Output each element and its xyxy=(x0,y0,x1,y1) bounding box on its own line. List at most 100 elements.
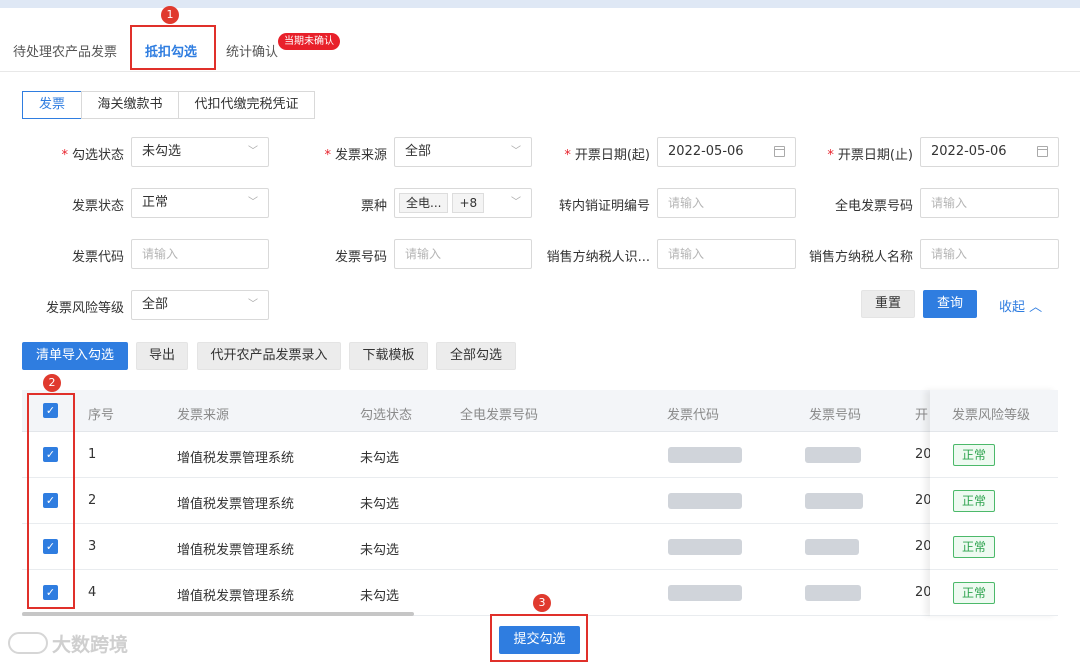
chevron-down-icon: ﹀ xyxy=(511,197,521,208)
select-status-label: * 勾选状态 xyxy=(61,148,124,163)
watermark-logo-icon xyxy=(8,632,48,654)
fixed-risk-column: 发票风险等级 正常 正常 正常 正常 xyxy=(930,390,1058,616)
redacted-invoice-number xyxy=(805,539,859,555)
redacted-invoice-number xyxy=(805,585,861,601)
seller-name-label: 销售方纳税人名称 xyxy=(808,250,913,265)
row-status: 未勾选 xyxy=(360,497,400,512)
invoice-type-label: 票种 xyxy=(360,199,387,214)
risk-cell: 正常 xyxy=(930,524,1058,570)
column-header: 序号 xyxy=(88,408,115,423)
chevron-down-icon: ﹀ xyxy=(248,197,258,208)
digital-invoice-no-input[interactable]: 请输入 xyxy=(920,188,1059,218)
calendar-icon xyxy=(1037,146,1048,157)
invoice-number-input[interactable]: 请输入 xyxy=(394,239,532,269)
table-header: ✓ 序号 发票来源 勾选状态 全电发票号码 发票代码 发票号码 开 xyxy=(22,390,1058,432)
digital-invoice-no-label: 全电发票号码 xyxy=(834,199,913,214)
column-header: 勾选状态 xyxy=(360,408,413,423)
table-row[interactable]: ✓ 3 增值税发票管理系统 未勾选 20 xyxy=(22,524,1058,570)
risk-badge: 正常 xyxy=(953,582,996,604)
reset-button[interactable]: 重置 xyxy=(861,290,915,318)
submit-selection-button[interactable]: 提交勾选 xyxy=(499,626,580,654)
chevron-down-icon: ﹀ xyxy=(248,299,258,310)
seller-tax-id-input[interactable]: 请输入 xyxy=(657,239,796,269)
agent-entry-button[interactable]: 代开农产品发票录入 xyxy=(197,342,341,370)
table-row[interactable]: ✓ 2 增值税发票管理系统 未勾选 20 xyxy=(22,478,1058,524)
risk-cell: 正常 xyxy=(930,432,1058,478)
redacted-invoice-number xyxy=(805,493,863,509)
collapse-link[interactable]: 收起 ︿ xyxy=(999,296,1042,315)
chevron-down-icon: ﹀ xyxy=(511,146,521,157)
table-row[interactable]: ✓ 1 增值税发票管理系统 未勾选 20 xyxy=(22,432,1058,478)
row-status: 未勾选 xyxy=(360,543,400,558)
column-header: 全电发票号码 xyxy=(460,408,539,423)
query-button[interactable]: 查询 xyxy=(923,290,977,318)
annotation-box-checkboxes xyxy=(27,393,75,609)
seller-name-input[interactable]: 请输入 xyxy=(920,239,1059,269)
column-header: 发票风险等级 xyxy=(952,408,1031,423)
issue-date-end-picker[interactable]: 2022-05-06 xyxy=(920,137,1059,167)
row-status: 未勾选 xyxy=(360,589,400,604)
tab-pending-invoices[interactable]: 待处理农产品发票 xyxy=(13,41,117,60)
invoice-code-input[interactable]: 请输入 xyxy=(131,239,269,269)
column-header: 发票来源 xyxy=(177,408,230,423)
tab-statistics-confirm[interactable]: 统计确认 xyxy=(226,41,278,60)
invoice-status-select[interactable]: 正常 ﹀ xyxy=(131,188,269,218)
row-source: 增值税发票管理系统 xyxy=(177,451,295,466)
export-button[interactable]: 导出 xyxy=(136,342,188,370)
risk-column-header-cell: 发票风险等级 xyxy=(930,390,1058,432)
issue-date-start-label: * 开票日期(起) xyxy=(564,148,650,163)
horizontal-scrollbar[interactable] xyxy=(22,612,414,616)
row-index: 3 xyxy=(88,539,97,554)
seller-tax-id-label: 销售方纳税人识... xyxy=(546,250,650,265)
invoice-code-label: 发票代码 xyxy=(71,250,124,265)
row-status: 未勾选 xyxy=(360,451,400,466)
select-status-select[interactable]: 未勾选 ﹀ xyxy=(131,137,269,167)
column-header: 开 xyxy=(915,408,929,423)
redacted-invoice-number xyxy=(805,447,861,463)
step-marker-2: 2 xyxy=(43,374,61,392)
redacted-invoice-code xyxy=(668,539,742,555)
issue-date-start-picker[interactable]: 2022-05-06 xyxy=(657,137,796,167)
risk-cell: 正常 xyxy=(930,478,1058,524)
redacted-invoice-code xyxy=(668,493,742,509)
unconfirmed-badge: 当期未确认 xyxy=(278,33,340,50)
select-all-button[interactable]: 全部勾选 xyxy=(436,342,516,370)
step-marker-1: 1 xyxy=(161,6,179,24)
invoice-type-select[interactable]: 全电... +8 ﹀ xyxy=(394,188,532,218)
redacted-invoice-code xyxy=(668,447,742,463)
column-header: 发票号码 xyxy=(809,408,862,423)
calendar-icon xyxy=(774,146,785,157)
chevron-up-icon: ︿ xyxy=(1029,300,1043,315)
row-index: 4 xyxy=(88,585,97,600)
invoice-source-label: * 发票来源 xyxy=(324,148,387,163)
risk-level-select[interactable]: 全部 ﹀ xyxy=(131,290,269,320)
chevron-down-icon: ﹀ xyxy=(248,146,258,157)
invoice-number-label: 发票号码 xyxy=(334,250,387,265)
risk-badge: 正常 xyxy=(953,536,996,558)
row-index: 2 xyxy=(88,493,97,508)
risk-level-label: 发票风险等级 xyxy=(45,301,124,316)
transfer-cert-input[interactable]: 请输入 xyxy=(657,188,796,218)
invoice-status-label: 发票状态 xyxy=(71,199,124,214)
row-source: 增值税发票管理系统 xyxy=(177,589,295,604)
risk-badge: 正常 xyxy=(953,444,996,466)
invoice-type-more-tag: +8 xyxy=(452,192,485,213)
risk-badge: 正常 xyxy=(953,490,996,512)
column-header: 发票代码 xyxy=(667,408,720,423)
segment-customs-bill[interactable]: 海关缴款书 xyxy=(81,91,179,119)
transfer-cert-label: 转内销证明编号 xyxy=(558,199,650,214)
row-source: 增值税发票管理系统 xyxy=(177,543,295,558)
invoice-type-tag: 全电... xyxy=(399,192,449,213)
step-marker-3: 3 xyxy=(533,594,551,612)
segment-invoice[interactable]: 发票 xyxy=(22,91,82,119)
invoice-source-select[interactable]: 全部 ﹀ xyxy=(394,137,532,167)
download-template-button[interactable]: 下载模板 xyxy=(349,342,428,370)
row-source: 增值税发票管理系统 xyxy=(177,497,295,512)
top-strip xyxy=(0,0,1080,8)
watermark-text: 大数跨境 xyxy=(52,634,129,656)
segment-tax-certificate[interactable]: 代扣代缴完税凭证 xyxy=(178,91,315,119)
invoice-table: ✓ 序号 发票来源 勾选状态 全电发票号码 发票代码 发票号码 开 ✓ 1 增值… xyxy=(22,390,1058,616)
risk-cell: 正常 xyxy=(930,570,1058,616)
redacted-invoice-code xyxy=(668,585,742,601)
import-select-button[interactable]: 清单导入勾选 xyxy=(22,342,128,370)
